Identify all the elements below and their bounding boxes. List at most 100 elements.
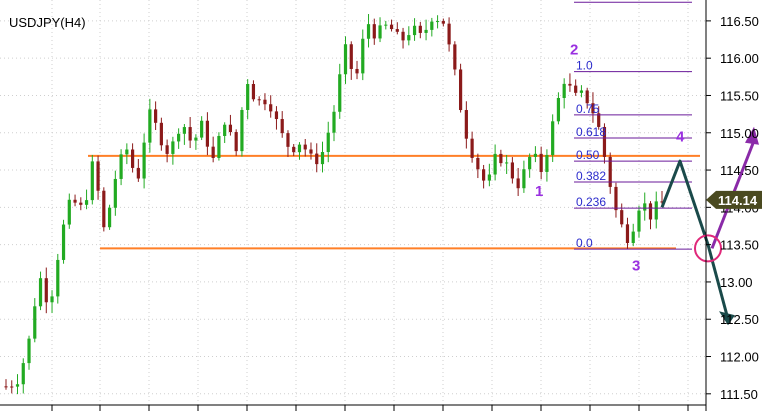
candle-body [79, 202, 83, 205]
candle-body [579, 90, 584, 93]
candle-body [125, 149, 129, 155]
candle-body [251, 83, 256, 100]
candle-body [84, 200, 89, 205]
fib-level-label: 0.618 [576, 125, 606, 139]
candle-body [309, 149, 313, 154]
candle-body [470, 138, 474, 158]
candle-body [625, 224, 630, 244]
wave-label-1: 1 [535, 183, 543, 200]
candle-body [458, 69, 463, 111]
current-price-label: 114.14 [718, 193, 758, 208]
fib-level-label: 0.50 [576, 148, 600, 162]
candle-body [372, 24, 376, 39]
candle-body [142, 142, 146, 179]
candle-body [338, 74, 342, 112]
candle-body [545, 155, 549, 172]
candle-body [223, 124, 227, 136]
price-tick-label: 115.50 [720, 88, 759, 103]
candle-body [562, 83, 566, 98]
candle-body [522, 169, 526, 189]
candle-body [401, 31, 405, 41]
candle-body [211, 146, 215, 159]
price-tick-label: 114.50 [720, 163, 759, 178]
candle-body [637, 210, 641, 232]
price-tick-label: 113.50 [720, 238, 759, 253]
candle-body [194, 137, 198, 141]
candle-body [61, 224, 66, 260]
candle-body [551, 121, 555, 156]
candle-body [349, 44, 353, 69]
candle-body [303, 144, 307, 150]
candle-body [378, 25, 382, 39]
candle-body [654, 201, 658, 220]
candle-body [171, 141, 175, 154]
candle-body [286, 133, 290, 147]
candle-body [493, 153, 497, 175]
candle-body [274, 111, 279, 120]
candle-body [33, 306, 37, 339]
candle-body [441, 21, 445, 24]
fib-level-label: 0.382 [576, 169, 606, 183]
candle-body [343, 44, 348, 75]
candle-body [130, 149, 135, 168]
symbol-label: USDJPY(H4) [9, 15, 86, 30]
candle-body [38, 278, 43, 307]
candle-body [476, 157, 480, 170]
fib-level-label: 0.75 [576, 102, 600, 116]
candle-body [482, 169, 486, 181]
candle-body [136, 167, 140, 179]
candle-body [631, 231, 635, 244]
price-tick-label: 112.50 [720, 312, 759, 327]
candle-body [90, 161, 94, 201]
candle-body [200, 120, 204, 138]
wave-label-2: 2 [570, 41, 578, 58]
wave-label-4: 4 [676, 129, 685, 146]
candle-body [418, 25, 422, 33]
candle-body [326, 132, 330, 153]
candle-body [148, 109, 152, 143]
candle-body [574, 85, 578, 93]
candle-body [240, 109, 244, 152]
candle-body [96, 161, 100, 191]
price-tick-label: 116.00 [720, 51, 759, 66]
candle-body [113, 178, 117, 208]
candle-body [217, 135, 221, 159]
candle-body [366, 24, 371, 39]
candle-body [159, 122, 163, 146]
candle-body [361, 38, 365, 74]
candle-body [528, 156, 532, 170]
price-tick-label: 13.00 [720, 275, 753, 290]
candle-body [539, 153, 543, 172]
candle-body [424, 29, 428, 33]
candle-body [73, 199, 77, 203]
price-chart: 1.0 0.75 0.618 0.50 0.382 0.236 0.0 1 2 3 4 116.5… [0, 0, 777, 411]
candle-body [107, 207, 112, 228]
candle-body [228, 124, 233, 133]
candle-body [21, 363, 25, 385]
fib-level-label: 0.0 [576, 236, 593, 250]
candle-body [505, 162, 509, 164]
candle-body [355, 68, 359, 74]
candle-body [280, 119, 284, 134]
candle-body [407, 35, 411, 41]
candle-body [67, 199, 71, 225]
wave-label-3: 3 [632, 258, 640, 275]
candle-body [44, 278, 48, 303]
candle-body [188, 127, 192, 141]
candle-body [56, 259, 60, 297]
candle-body [269, 104, 273, 112]
candle-body [10, 386, 14, 388]
candle-body [332, 111, 336, 133]
candle-body [568, 83, 572, 86]
candle-body [177, 133, 181, 142]
candle-body [464, 110, 468, 139]
price-tick-label: 115.00 [720, 126, 759, 141]
candle-body [447, 23, 451, 45]
price-tick-label: 112.00 [720, 350, 759, 365]
candle-body [384, 24, 388, 26]
candle-body [27, 338, 31, 364]
candle-body [297, 144, 302, 153]
candle-body [292, 146, 296, 153]
candle-body [487, 174, 491, 181]
candle-body [182, 127, 186, 134]
